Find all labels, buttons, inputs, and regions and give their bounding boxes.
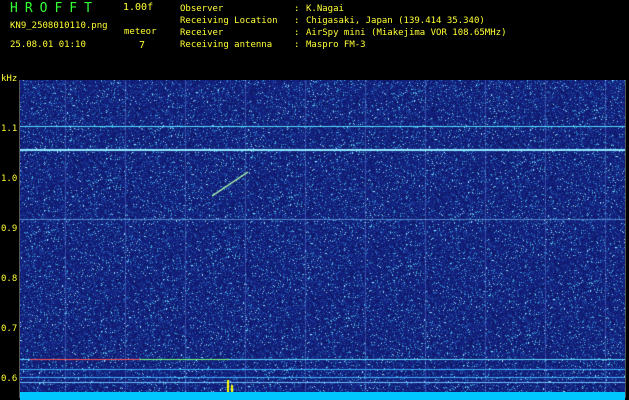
header-panel: HROFFT 1.00f KN9_2508010110.png 25.08.01… — [0, 0, 629, 80]
capture-datetime: 25.08.01 01:10 — [10, 40, 86, 50]
info-value: Maspro FM-3 — [306, 40, 366, 50]
y-tick-label: 0.6 — [1, 374, 18, 384]
info-key: Receiver — [180, 28, 224, 38]
info-key: Observer — [180, 4, 224, 14]
y-axis-unit: kHz — [1, 74, 18, 84]
info-row-observer: Observer: K.Nagai — [180, 4, 344, 14]
meteor-count: 7 — [139, 40, 146, 51]
info-value: K.Nagai — [306, 4, 344, 14]
app-version: 1.00f — [123, 2, 154, 13]
info-value: AirSpy mini (Miakejima VOR 108.65MHz) — [306, 28, 507, 38]
y-tick-label: 1.0 — [1, 174, 18, 184]
left-axis-line — [19, 80, 20, 398]
info-row-location: Receiving Location: Chigasaki, Japan (139… — [180, 16, 485, 26]
meteor-label: meteor — [124, 27, 157, 37]
info-row-antenna: Receiving antenna: Maspro FM-3 — [180, 40, 366, 50]
app-brand: HROFFT — [10, 1, 99, 16]
y-tick-label: 0.9 — [1, 224, 18, 234]
y-tick-label: 0.8 — [1, 274, 18, 284]
right-axis-line — [625, 80, 626, 398]
info-key: Receiving antenna — [180, 40, 273, 50]
signal-baseline-bar — [20, 392, 625, 400]
spectrogram-waterfall — [20, 80, 625, 392]
info-value: Chigasaki, Japan (139.414 35.340) — [306, 16, 485, 26]
y-tick-label: 0.7 — [1, 324, 18, 334]
station-info: Observer: K.Nagai Receiving Location: Chig… — [180, 3, 506, 51]
y-tick-label: 1.1 — [1, 124, 18, 134]
file-name: KN9_2508010110.png — [10, 21, 108, 31]
info-key: Receiving Location — [180, 16, 278, 26]
info-row-receiver: Receiver: AirSpy mini (Miakejima VOR 108.… — [180, 28, 507, 38]
